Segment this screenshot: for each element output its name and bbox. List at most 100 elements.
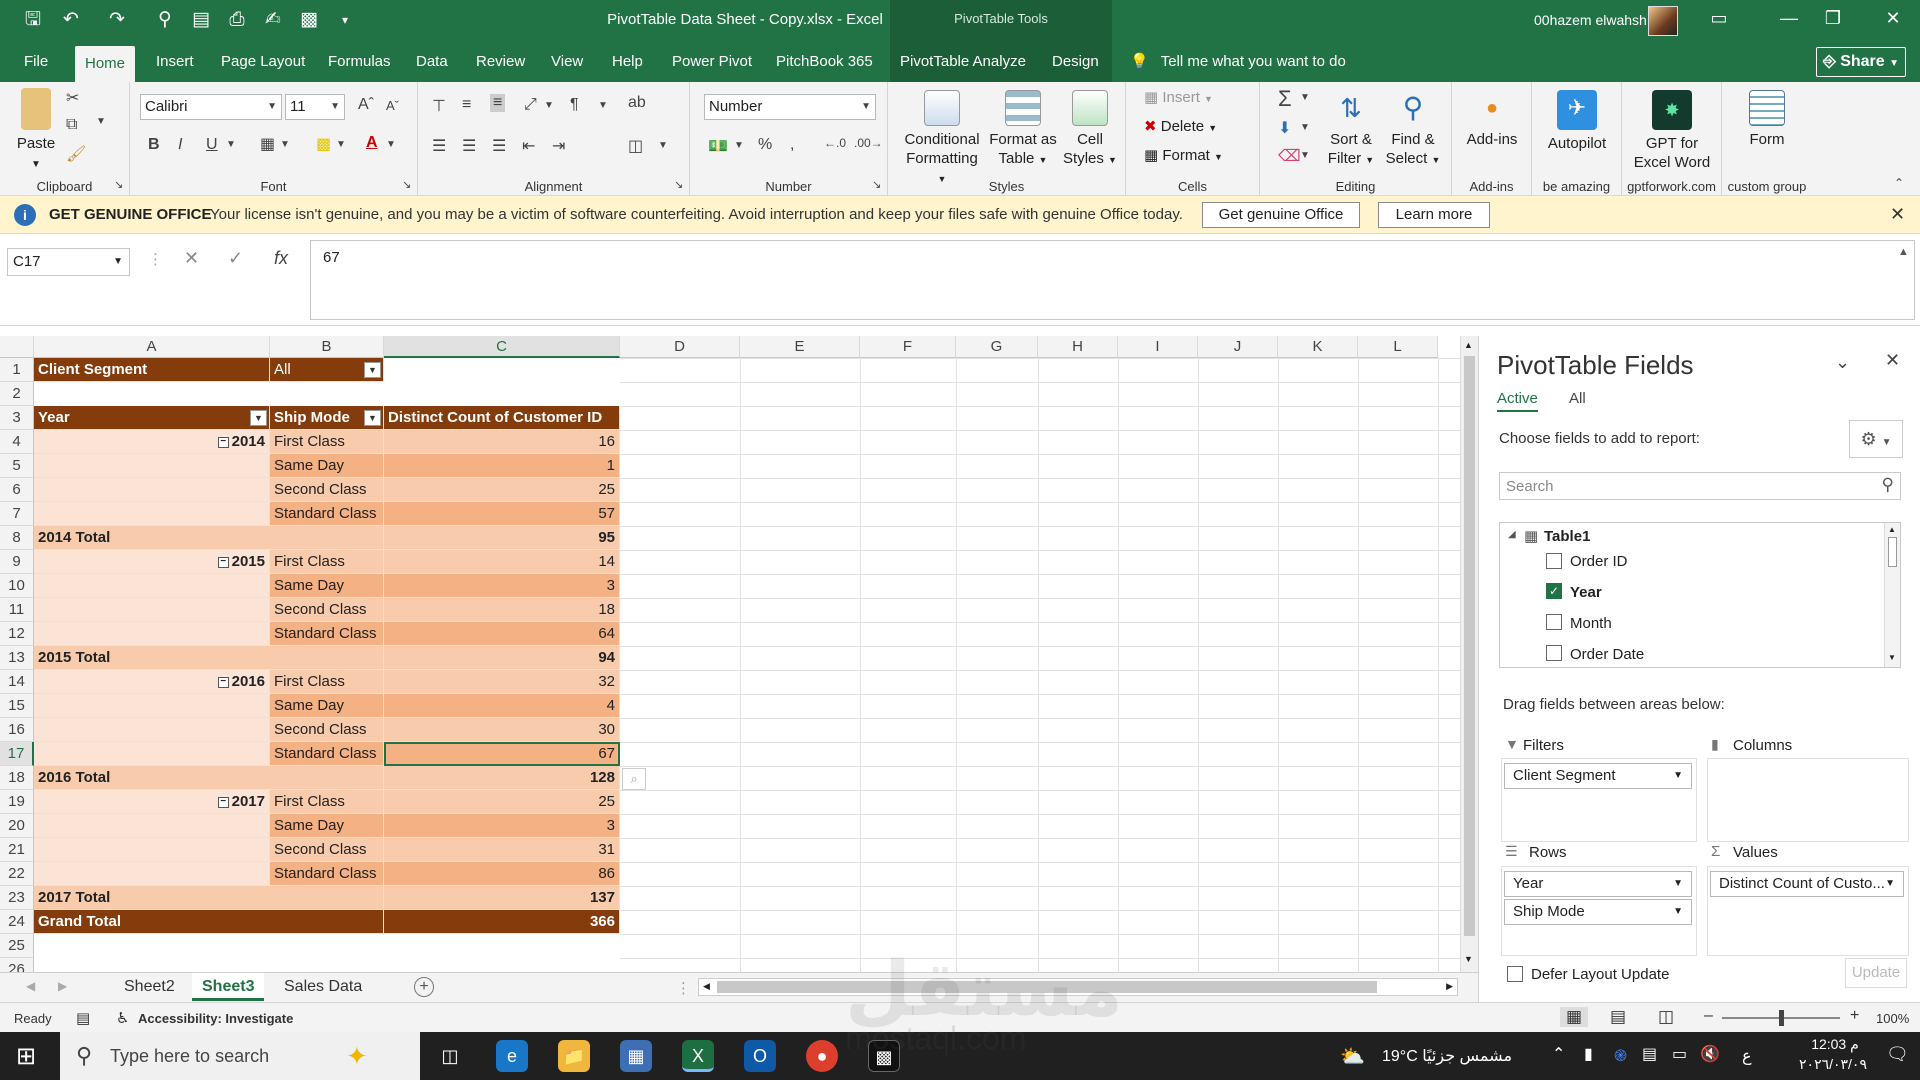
maximize-icon[interactable]: ❐ xyxy=(1818,8,1848,29)
row-header[interactable]: 12 xyxy=(0,622,34,646)
align-center-icon[interactable]: ☰ xyxy=(462,136,476,156)
pivot-year-cell[interactable] xyxy=(34,574,270,598)
font-name-select[interactable]: Calibri ▼ xyxy=(140,94,282,120)
row-header[interactable]: 15 xyxy=(0,694,34,718)
tab-formulas[interactable]: Formulas xyxy=(318,42,401,82)
format-painter-icon[interactable]: 🖌 xyxy=(66,144,86,164)
row-header[interactable]: 26 xyxy=(0,958,34,972)
cut-icon[interactable]: ✂ xyxy=(66,88,79,108)
pivot-value-cell[interactable]: 57 xyxy=(384,502,620,526)
tab-review[interactable]: Review xyxy=(466,42,535,82)
pivot-year-cell[interactable] xyxy=(34,502,270,526)
row-header[interactable]: 23 xyxy=(0,886,34,910)
sheet-tab-sheet3[interactable]: Sheet3 xyxy=(192,973,265,1001)
row-header[interactable]: 18 xyxy=(0,766,34,790)
pivot-value-cell[interactable]: 25 xyxy=(384,478,620,502)
decrease-font-icon[interactable]: Aˇ xyxy=(386,98,399,113)
autopilot-button[interactable]: ✈ Autopilot xyxy=(1538,90,1616,153)
field-order-id[interactable]: Order ID xyxy=(1570,553,1628,570)
tab-design[interactable]: Design xyxy=(1042,42,1109,82)
scroll-right-icon[interactable]: ▶ xyxy=(1446,981,1453,992)
pivot-year-cell[interactable] xyxy=(34,838,270,862)
pivot-year-cell[interactable] xyxy=(34,814,270,838)
collapse-minus-icon[interactable]: − xyxy=(217,556,229,568)
pivot-year-cell[interactable] xyxy=(34,742,270,766)
row-field-ship-mode[interactable]: Ship Mode ▼ xyxy=(1504,899,1692,925)
dialog-launcher-icon[interactable]: ↘ xyxy=(872,178,881,191)
insert-function-icon[interactable]: fx xyxy=(274,248,288,269)
value-field-distinct-count[interactable]: Distinct Count of Custo... ▼ xyxy=(1710,871,1904,897)
pivot-value-cell[interactable]: 1 xyxy=(384,454,620,478)
collapse-formula-icon[interactable]: ▲ xyxy=(1898,246,1909,258)
dialog-launcher-icon[interactable]: ↘ xyxy=(402,178,411,191)
orientation-icon[interactable]: ⤢ xyxy=(524,96,537,114)
pivot-subtotal-value[interactable]: 128 xyxy=(384,766,620,790)
empty-grid-area[interactable] xyxy=(620,358,1460,972)
pivot-value-cell[interactable]: 32 xyxy=(384,670,620,694)
chevron-down-icon[interactable]: ▼ xyxy=(226,139,236,150)
page-break-view-icon[interactable]: ◫ xyxy=(1658,1007,1674,1027)
merge-center-icon[interactable]: ◫ xyxy=(628,136,643,156)
scroll-thumb[interactable] xyxy=(1464,356,1475,936)
align-bottom-icon[interactable]: ≡ xyxy=(490,94,506,112)
tab-page-layout[interactable]: Page Layout xyxy=(211,42,315,82)
row-header[interactable]: 22 xyxy=(0,862,34,886)
file-explorer-icon[interactable]: 📁 xyxy=(558,1040,590,1072)
chevron-down-icon[interactable]: ▼ xyxy=(1300,92,1310,103)
scroll-up-icon[interactable]: ▲ xyxy=(1888,525,1896,534)
learn-more-button[interactable]: Learn more xyxy=(1378,202,1490,228)
tab-data[interactable]: Data xyxy=(406,42,458,82)
row-header[interactable]: 7 xyxy=(0,502,34,526)
copy-icon[interactable]: ⧉ xyxy=(66,116,77,134)
page-layout-view-icon[interactable]: ▤ xyxy=(1610,1007,1626,1027)
row-header[interactable]: 20 xyxy=(0,814,34,838)
pivot-ship-mode-cell[interactable]: Standard Class xyxy=(270,622,384,646)
bold-icon[interactable]: B xyxy=(148,136,160,154)
worksheet-grid[interactable]: A B C D E F G H I J K L 1 Client Segment A… xyxy=(0,336,1478,972)
pivot-value-cell[interactable]: 18 xyxy=(384,598,620,622)
pivot-value-cell[interactable]: 30 xyxy=(384,718,620,742)
defer-layout-checkbox[interactable] xyxy=(1507,966,1523,982)
paste-button[interactable]: Paste ▼ xyxy=(12,88,60,174)
pivot-value-cell[interactable]: 25 xyxy=(384,790,620,814)
chevron-down-icon[interactable]: ▼ xyxy=(1885,872,1895,896)
pivot-subtotal-value[interactable]: 95 xyxy=(384,526,620,550)
row-header[interactable]: 8 xyxy=(0,526,34,550)
chevron-down-icon[interactable]: ▼ xyxy=(1673,900,1683,924)
filter-dropdown-icon[interactable]: ▼ xyxy=(250,410,267,426)
decrease-indent-icon[interactable]: ⇤ xyxy=(522,136,535,156)
pivot-subtotal-label[interactable]: 2017 Total xyxy=(34,886,384,910)
pivot-ship-mode-cell[interactable]: Same Day xyxy=(270,574,384,598)
chevron-down-icon[interactable]: ▼ xyxy=(598,100,608,111)
column-header[interactable]: H xyxy=(1038,336,1118,358)
field-year[interactable]: Year xyxy=(1570,584,1602,601)
column-header[interactable]: I xyxy=(1118,336,1198,358)
notifications-icon[interactable]: 🗨 xyxy=(1886,1044,1909,1065)
decrease-decimal-icon[interactable]: .00→ xyxy=(854,136,883,150)
row-header[interactable]: 4 xyxy=(0,430,34,454)
row-header[interactable]: 2 xyxy=(0,382,34,406)
zoom-thumb[interactable] xyxy=(1779,1010,1784,1026)
windows-start-icon[interactable]: ⊞ xyxy=(16,1042,36,1071)
filters-area[interactable]: Client Segment ▼ xyxy=(1501,758,1697,842)
tab-power-pivot[interactable]: Power Pivot xyxy=(662,42,762,82)
accessibility-status[interactable]: Accessibility: Investigate xyxy=(138,1011,293,1026)
weather-icon[interactable]: ⛅ xyxy=(1340,1044,1365,1069)
number-format-select[interactable]: Number ▼ xyxy=(704,94,876,120)
search-icon[interactable]: ⚲ xyxy=(1882,475,1894,495)
fill-icon[interactable]: ⬇ xyxy=(1278,118,1291,138)
underline-icon[interactable]: U xyxy=(206,136,218,154)
normal-view-icon[interactable]: ▦ xyxy=(1560,1007,1589,1027)
edge-icon[interactable]: e xyxy=(496,1040,528,1072)
outlook-icon[interactable]: O xyxy=(744,1040,776,1072)
row-header[interactable]: 24 xyxy=(0,910,34,934)
pivot-ship-mode-cell[interactable]: First Class xyxy=(270,670,384,694)
field-month[interactable]: Month xyxy=(1570,615,1612,632)
column-header[interactable]: E xyxy=(740,336,860,358)
pivot-ship-mode-cell[interactable]: Same Day xyxy=(270,814,384,838)
close-icon[interactable]: ✕ xyxy=(1878,8,1908,29)
chevron-down-icon[interactable]: ▼ xyxy=(1300,122,1310,133)
tab-help[interactable]: Help xyxy=(602,42,653,82)
pane-options-icon[interactable]: ⌄ xyxy=(1835,352,1850,373)
prev-sheet-icon[interactable]: ◀ xyxy=(26,979,35,993)
